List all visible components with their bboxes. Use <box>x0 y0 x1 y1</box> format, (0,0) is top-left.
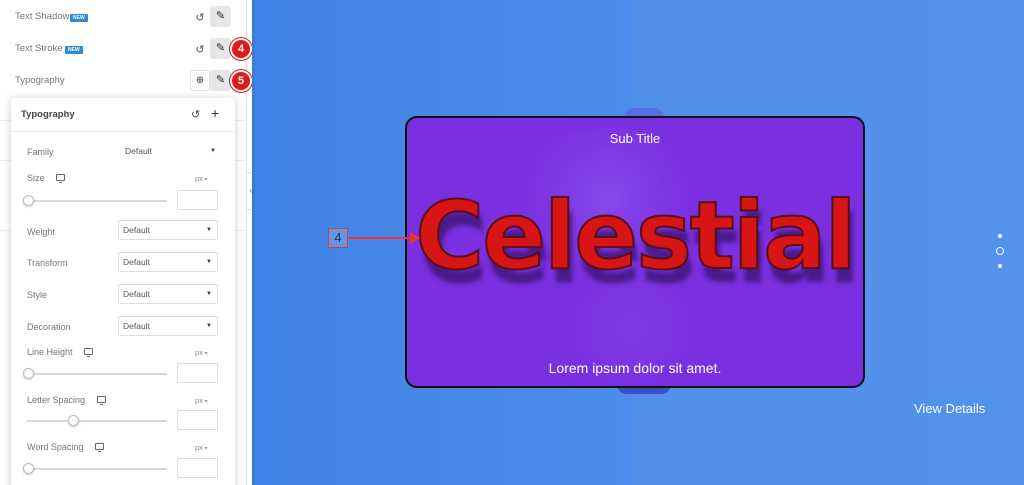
family-select[interactable]: Default <box>121 142 221 162</box>
size-input[interactable] <box>177 190 218 210</box>
new-badge: NEW <box>65 46 83 54</box>
word-spacing-label: Word Spacing <box>27 442 84 452</box>
pencil-icon: ✎ <box>215 10 226 22</box>
letter-spacing-unit-select[interactable]: px <box>195 396 208 405</box>
global-typography-button[interactable]: ⊕ <box>190 70 210 91</box>
typography-popover: Typography ↺ + Family Default Size px We… <box>11 98 235 485</box>
step-marker-4: 4 <box>230 38 252 60</box>
monitor-icon[interactable] <box>56 174 65 183</box>
preview-canvas: Sub Title Celestial Lorem ipsum dolor si… <box>252 0 1024 485</box>
word-spacing-slider-handle[interactable] <box>23 463 34 474</box>
line-height-unit-select[interactable]: px <box>195 348 208 357</box>
letter-spacing-label: Letter Spacing <box>27 395 86 405</box>
card-description: Lorem ipsum dolor sit amet. <box>548 360 722 376</box>
line-height-slider-handle[interactable] <box>23 368 34 379</box>
typography-edit-button[interactable]: ✎ <box>210 70 231 91</box>
view-details-link[interactable]: View Details <box>914 401 985 416</box>
new-badge: NEW <box>70 14 88 22</box>
line-height-slider[interactable] <box>23 368 167 379</box>
family-label: Family <box>27 147 54 157</box>
card-sub-title: Sub Title <box>609 131 661 146</box>
decoration-select[interactable]: Default <box>118 316 218 336</box>
step-marker-5: 5 <box>230 70 252 92</box>
slider-dot-active[interactable] <box>996 247 1004 255</box>
globe-icon: ⊕ <box>195 75 205 86</box>
plus-icon[interactable]: + <box>211 105 219 121</box>
canvas-edge-shadow <box>252 0 255 485</box>
popover-header: Typography ↺ + <box>11 98 235 132</box>
word-spacing-slider[interactable] <box>23 463 167 474</box>
annotation-arrow-head <box>410 232 420 244</box>
line-height-label: Line Height <box>27 347 73 357</box>
monitor-icon[interactable] <box>84 348 93 357</box>
weight-label: Weight <box>27 227 55 237</box>
popover-title: Typography <box>21 109 75 120</box>
text-shadow-control: Text Shadow NEW ↺ ✎ <box>0 6 247 30</box>
annotation-arrow-line <box>349 237 411 239</box>
card-headline[interactable]: Celestial <box>407 181 863 292</box>
size-unit-select[interactable]: px <box>195 174 208 183</box>
editor-panel: Text Shadow NEW ↺ ✎ Text Stroke NEW ↺ ✎ … <box>0 0 252 485</box>
typography-label: Typography <box>15 75 65 86</box>
text-stroke-label: Text Stroke <box>15 43 63 54</box>
monitor-icon[interactable] <box>97 396 106 405</box>
pencil-icon: ✎ <box>215 74 226 86</box>
word-spacing-unit-select[interactable]: px <box>195 443 208 452</box>
letter-spacing-input[interactable] <box>177 410 218 430</box>
undo-icon[interactable]: ↺ <box>192 42 208 58</box>
typography-control: Typography ⊕ ✎ <box>0 70 247 94</box>
size-slider[interactable] <box>23 195 167 206</box>
text-stroke-control: Text Stroke NEW ↺ ✎ <box>0 38 247 62</box>
content-card[interactable]: Sub Title Celestial Lorem ipsum dolor si… <box>405 116 865 388</box>
undo-icon[interactable]: ↺ <box>192 10 208 26</box>
pencil-icon: ✎ <box>215 42 226 54</box>
size-slider-handle[interactable] <box>23 195 34 206</box>
text-shadow-label: Text Shadow <box>15 11 70 22</box>
slider-dot[interactable] <box>998 234 1002 238</box>
weight-select[interactable]: Default <box>118 220 218 240</box>
letter-spacing-slider[interactable] <box>27 415 167 426</box>
letter-spacing-slider-handle[interactable] <box>67 415 79 426</box>
word-spacing-input[interactable] <box>177 458 218 478</box>
monitor-icon[interactable] <box>95 443 104 452</box>
text-shadow-edit-button[interactable]: ✎ <box>210 6 231 27</box>
undo-icon[interactable]: ↺ <box>191 108 200 121</box>
transform-select[interactable]: Default <box>118 252 218 272</box>
size-label: Size <box>27 173 45 183</box>
annotation-label: 4 <box>328 228 348 248</box>
style-label: Style <box>27 290 48 300</box>
style-select[interactable]: Default <box>118 284 218 304</box>
text-stroke-edit-button[interactable]: ✎ <box>210 38 231 59</box>
line-height-input[interactable] <box>177 363 218 383</box>
slider-dot[interactable] <box>998 264 1002 268</box>
decoration-label: Decoration <box>27 322 71 332</box>
transform-label: Transform <box>27 258 68 268</box>
